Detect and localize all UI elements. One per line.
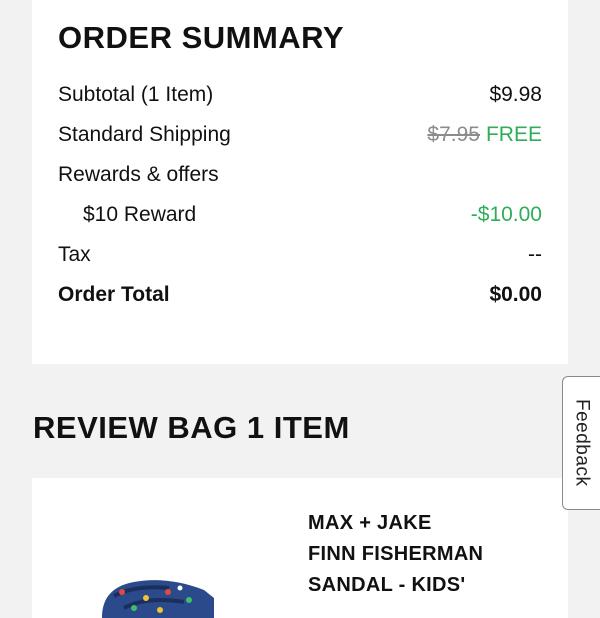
rewards-offers-label: Rewards & offers <box>58 163 219 186</box>
order-total-label: Order Total <box>58 283 170 306</box>
shipping-row: Standard Shipping $7.95 FREE <box>58 120 542 150</box>
order-summary-card: ORDER SUMMARY Subtotal (1 Item) $9.98 St… <box>32 0 568 364</box>
product-name-line-1: MAX + JAKE <box>308 512 432 534</box>
tax-value: -- <box>528 243 542 266</box>
shipping-original-price: $7.95 <box>427 123 480 146</box>
reward-value: -$10.00 <box>470 203 542 226</box>
order-total-row: Order Total $0.00 <box>58 280 542 310</box>
order-total-value: $0.00 <box>489 283 542 306</box>
reward-row: $10 Reward -$10.00 <box>58 200 542 230</box>
feedback-tab[interactable]: Feedback <box>562 376 600 510</box>
tax-label: Tax <box>58 243 91 266</box>
shipping-free-value: FREE <box>485 123 542 146</box>
tax-row: Tax -- <box>58 240 542 270</box>
reward-label: $10 Reward <box>83 203 197 226</box>
shipping-value-group: $7.95 FREE <box>427 120 542 150</box>
bag-item-card[interactable]: MAX + JAKE FINN FISHERMAN SANDAL - KIDS' <box>32 478 568 618</box>
shipping-label: Standard Shipping <box>58 123 231 146</box>
sandal-image[interactable] <box>94 568 214 618</box>
rewards-offers-row: Rewards & offers <box>58 160 542 190</box>
subtotal-row: Subtotal (1 Item) $9.98 <box>58 80 542 110</box>
subtotal-label: Subtotal (1 Item) <box>58 83 214 106</box>
product-name-line-2: FINN FISHERMAN <box>308 543 484 565</box>
product-name[interactable]: MAX + JAKE FINN FISHERMAN SANDAL - KIDS' <box>308 508 538 601</box>
review-bag-title: REVIEW BAG 1 ITEM <box>33 410 350 445</box>
order-summary-title: ORDER SUMMARY <box>58 20 345 55</box>
subtotal-value: $9.98 <box>489 83 542 106</box>
feedback-label: Feedback <box>571 399 593 487</box>
product-name-line-3: SANDAL - KIDS' <box>308 574 466 596</box>
